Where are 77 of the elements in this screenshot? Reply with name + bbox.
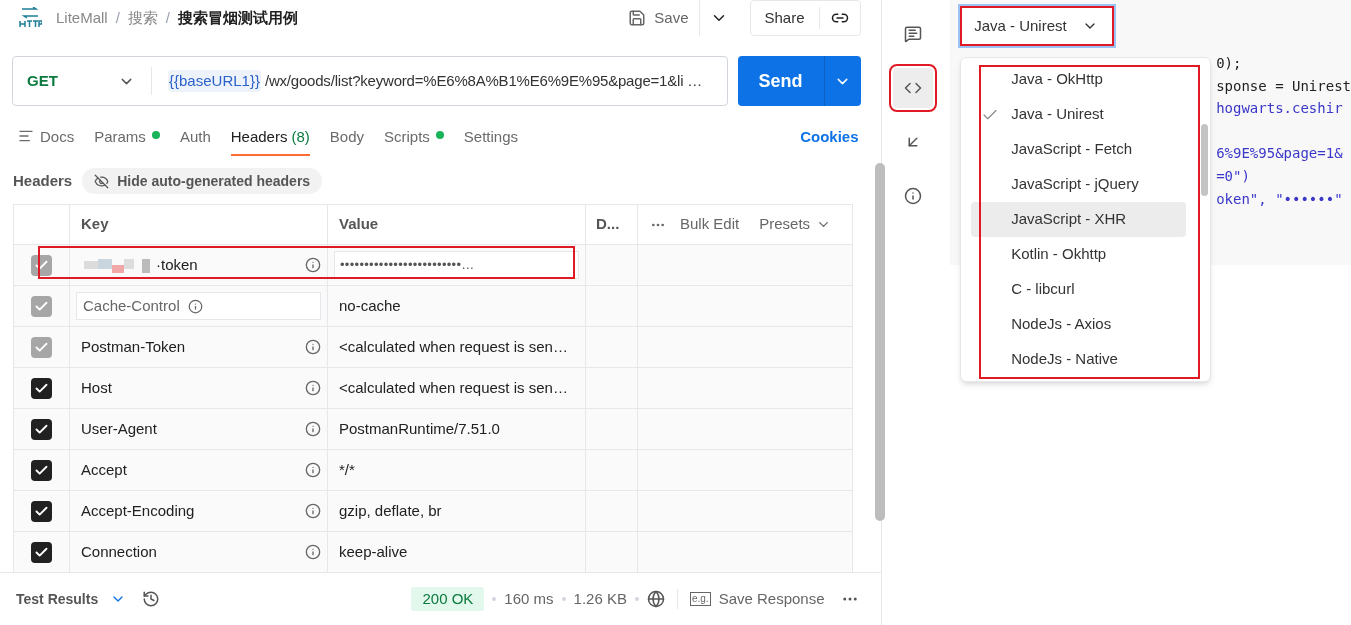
header-value: <calculated when request is sen…: [338, 336, 568, 357]
tab[interactable]: Scripts: [384, 126, 444, 156]
breadcrumb-separator: /: [165, 7, 171, 28]
status-badge: 200 OK: [411, 587, 485, 611]
redaction-blur: [82, 257, 150, 273]
code-line: sponse = Unirest: [1216, 76, 1351, 96]
language-option[interactable]: C - libcurl: [971, 272, 1187, 307]
info-icon: [305, 462, 321, 478]
code-line: oken", "••••••": [1216, 189, 1344, 209]
breadcrumb-separator: /: [115, 7, 120, 28]
language-option[interactable]: JavaScript - Fetch: [971, 132, 1187, 167]
info-icon: [305, 503, 321, 519]
cookies-link[interactable]: Cookies: [800, 126, 859, 156]
info-icon: [903, 187, 922, 205]
language-option[interactable]: JavaScript - jQuery: [971, 167, 1187, 202]
breadcrumb-item[interactable]: LiteMall: [56, 6, 108, 30]
language-option[interactable]: Kotlin - Okhttp: [971, 237, 1187, 272]
column-header: Value: [339, 214, 379, 235]
lines-icon: [18, 128, 34, 144]
header-key: Connection: [76, 540, 299, 564]
language-option[interactable]: Java - Unirest: [971, 97, 1187, 132]
language-option[interactable]: Java - OkHttp: [971, 62, 1187, 97]
menu-scrollbar[interactable]: [1201, 124, 1209, 196]
header-value: */*: [338, 459, 355, 480]
tab[interactable]: Headers (8): [230, 126, 310, 156]
url-field[interactable]: {{baseURL1}} /wx/goods/list?keyword=%E6%8A%B1%E6%9E%95&page=1&li …: [152, 69, 703, 93]
tab[interactable]: Body: [329, 126, 364, 156]
history-icon[interactable]: [142, 590, 161, 608]
header-key: Postman-Token: [76, 335, 299, 359]
response-size: 1.26 KB: [573, 588, 627, 609]
info-icon: [305, 544, 321, 560]
column-header: Key: [81, 214, 109, 235]
code-line: =0"): [1216, 166, 1251, 186]
save-icon: [628, 9, 647, 27]
info-icon: [305, 257, 321, 273]
eye-off-icon: [94, 173, 110, 189]
scrollbar[interactable]: [875, 163, 885, 521]
tab[interactable]: Params: [94, 126, 160, 156]
request-name: 搜索冒烟测试用例: [178, 7, 299, 28]
bulk-edit-button[interactable]: Bulk Edit: [680, 213, 740, 236]
hide-headers-toggle[interactable]: Hide auto-generated headers: [82, 168, 323, 194]
code-line: 6%9E%95&page=1&: [1216, 144, 1344, 164]
header-key: ·token: [156, 253, 299, 277]
code-line: hogwarts.ceshir: [1216, 99, 1344, 119]
header-key: Host: [76, 376, 299, 400]
column-header: D...: [596, 214, 620, 235]
header-key: Accept-Encoding: [76, 499, 299, 523]
method-select[interactable]: GET: [13, 69, 151, 93]
info-icon: [305, 380, 321, 396]
response-time: 160 ms: [504, 588, 554, 609]
section-title: Headers: [13, 170, 73, 191]
header-value: keep-alive: [338, 541, 408, 562]
language-option[interactable]: NodeJs - Axios: [971, 307, 1187, 342]
header-value: PostmanRuntime/7.51.0: [338, 418, 500, 439]
presets-button[interactable]: Presets: [759, 213, 832, 236]
info-icon: [305, 339, 321, 355]
breadcrumb-item[interactable]: 搜索: [127, 6, 158, 30]
save-response-button[interactable]: e.g. Save Response: [689, 587, 825, 611]
language-option[interactable]: JavaScript - XHR: [971, 202, 1187, 237]
tab[interactable]: Settings: [463, 126, 519, 156]
language-select[interactable]: Java - Unirest: [960, 6, 1115, 46]
save-button[interactable]: Save: [620, 1, 697, 35]
comment-icon: [903, 25, 922, 43]
test-results-button[interactable]: Test Results: [16, 588, 127, 610]
globe-icon[interactable]: [646, 590, 665, 608]
tab[interactable]: Docs: [18, 126, 75, 156]
tab[interactable]: Auth: [179, 126, 211, 156]
code-line: 0);: [1216, 54, 1243, 73]
info-icon: [305, 421, 321, 437]
header-key: User-Agent: [76, 417, 299, 441]
header-value: gzip, deflate, br: [338, 500, 442, 521]
header-value: no-cache: [338, 295, 401, 316]
header-value: <calculated when request is sen…: [338, 377, 568, 398]
http-icon: [18, 7, 42, 29]
info-icon: [187, 298, 203, 314]
header-key: Accept: [76, 458, 299, 482]
language-option[interactable]: NodeJs - Native: [971, 342, 1187, 377]
